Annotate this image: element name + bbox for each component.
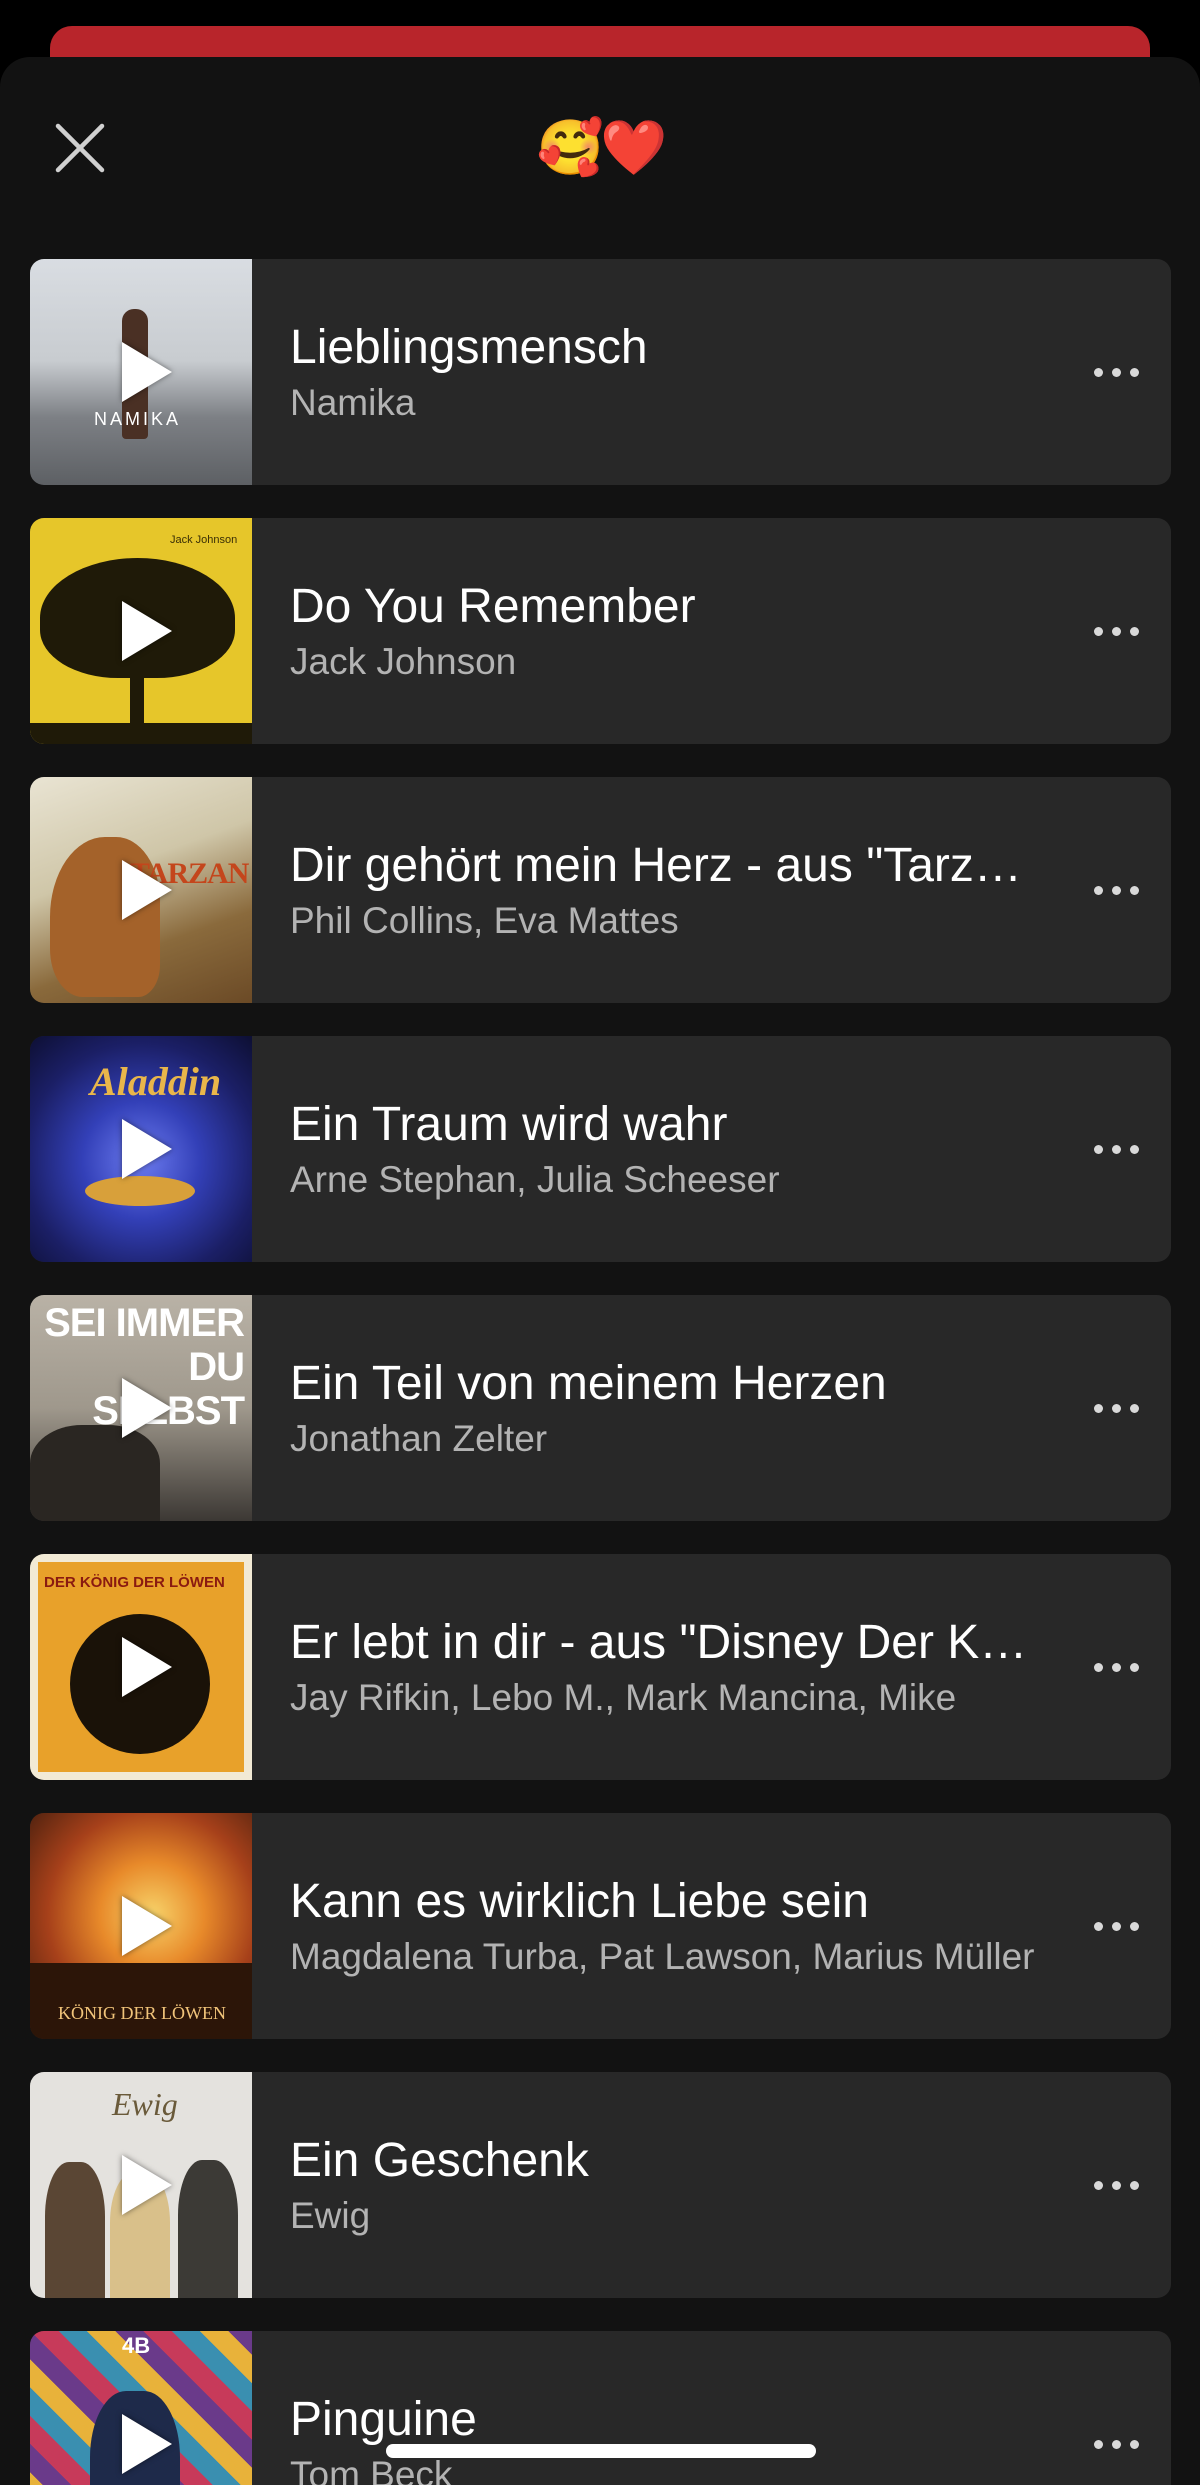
track-row[interactable]: KÖNIG DER LÖWEN Kann es wirklich Liebe s…	[30, 1813, 1171, 2039]
track-title: Er lebt in dir - aus "Disney Der König d…	[290, 1616, 1041, 1669]
track-artist: Magdalena Turba, Pat Lawson, Marius Müll…	[290, 1936, 1035, 1977]
more-options-button[interactable]	[1061, 2331, 1171, 2485]
album-art: Aladdin	[30, 1036, 252, 1262]
album-art-label: DER KÖNIG DER LÖWEN	[44, 1574, 225, 1591]
play-icon[interactable]	[122, 860, 172, 920]
more-options-icon	[1093, 1403, 1103, 1413]
more-options-icon	[1093, 2180, 1103, 2190]
track-artist: Phil Collins, Eva Mattes	[290, 900, 679, 941]
track-title: Ein Geschenk	[290, 2134, 589, 2187]
track-title: Do You Remember	[290, 580, 696, 633]
track-info: Ein Traum wird wahr Arne Stephan, Julia …	[252, 1095, 1061, 1203]
play-icon[interactable]	[122, 1896, 172, 1956]
track-row[interactable]: Ewig Ein Geschenk Ewig	[30, 2072, 1171, 2298]
album-art: Ewig	[30, 2072, 252, 2298]
track-title: Dir gehört mein Herz - aus "Tarzan"	[290, 839, 1041, 892]
more-options-button[interactable]	[1061, 1295, 1171, 1521]
track-row[interactable]: SEI IMMER DU SELBST Ein Teil von meinem …	[30, 1295, 1171, 1521]
track-row[interactable]: Jack Johnson Do You Remember Jack Johnso…	[30, 518, 1171, 744]
play-icon[interactable]	[122, 2155, 172, 2215]
track-row[interactable]: 4B Pinguine Tom Beck	[30, 2331, 1171, 2485]
album-art: TARZAN	[30, 777, 252, 1003]
album-art: SEI IMMER DU SELBST	[30, 1295, 252, 1521]
track-row[interactable]: Aladdin Ein Traum wird wahr Arne Stephan…	[30, 1036, 1171, 1262]
track-info: Lieblingsmensch Namika	[252, 318, 1061, 426]
track-title: Ein Traum wird wahr	[290, 1098, 728, 1151]
play-icon[interactable]	[122, 1637, 172, 1697]
more-options-button[interactable]	[1061, 2072, 1171, 2298]
track-title: Kann es wirklich Liebe sein	[290, 1875, 869, 1928]
track-row[interactable]: NAMIKA Lieblingsmensch Namika	[30, 259, 1171, 485]
more-options-icon	[1093, 1662, 1103, 1672]
home-indicator[interactable]	[386, 2444, 816, 2458]
play-icon[interactable]	[122, 1378, 172, 1438]
more-options-icon	[1093, 2439, 1103, 2449]
track-info: Ein Geschenk Ewig	[252, 2131, 1061, 2239]
track-artist: Jonathan Zelter	[290, 1418, 548, 1459]
more-options-button[interactable]	[1061, 1036, 1171, 1262]
track-row[interactable]: TARZAN Dir gehört mein Herz - aus "Tarza…	[30, 777, 1171, 1003]
album-art-label: Aladdin	[90, 1059, 222, 1104]
play-icon[interactable]	[122, 2414, 172, 2474]
track-info: Ein Teil von meinem Herzen Jonathan Zelt…	[252, 1354, 1061, 1462]
more-options-button[interactable]	[1061, 518, 1171, 744]
play-icon[interactable]	[122, 1119, 172, 1179]
album-art: 4B	[30, 2331, 252, 2485]
album-art-label: Ewig	[112, 2086, 178, 2122]
more-options-button[interactable]	[1061, 1813, 1171, 2039]
track-info: Er lebt in dir - aus "Disney Der König d…	[252, 1613, 1061, 1721]
track-artist: Namika	[290, 382, 416, 423]
more-options-button[interactable]	[1061, 259, 1171, 485]
album-art: KÖNIG DER LÖWEN	[30, 1813, 252, 2039]
more-options-icon	[1093, 1144, 1103, 1154]
track-row[interactable]: DER KÖNIG DER LÖWEN Er lebt in dir - aus…	[30, 1554, 1171, 1780]
track-info: Dir gehört mein Herz - aus "Tarzan" Phil…	[252, 836, 1061, 944]
track-info: Kann es wirklich Liebe sein Magdalena Tu…	[252, 1872, 1061, 1980]
track-artist: Ewig	[290, 2195, 371, 2236]
album-art: NAMIKA	[30, 259, 252, 485]
bottom-sheet: 🥰❤️ NAMIKA Lieblingsmensch Namika Jack J…	[0, 57, 1200, 2485]
track-info: Do You Remember Jack Johnson	[252, 577, 1061, 685]
more-options-icon	[1093, 367, 1103, 377]
album-art-label: NAMIKA	[94, 409, 182, 429]
album-art-label: Jack Johnson	[170, 534, 238, 546]
more-options-icon	[1093, 1921, 1103, 1931]
more-options-icon	[1093, 885, 1103, 895]
track-title: Pinguine	[290, 2393, 477, 2446]
track-title: Lieblingsmensch	[290, 321, 648, 374]
track-info: Pinguine Tom Beck	[252, 2390, 1061, 2485]
more-options-button[interactable]	[1061, 777, 1171, 1003]
track-list: NAMIKA Lieblingsmensch Namika Jack Johns…	[30, 259, 1171, 2485]
track-artist: Arne Stephan, Julia Scheeser	[290, 1159, 780, 1200]
track-title: Ein Teil von meinem Herzen	[290, 1357, 887, 1410]
album-art-label: KÖNIG DER LÖWEN	[58, 2003, 226, 2023]
track-artist: Jack Johnson	[290, 641, 517, 682]
album-art: DER KÖNIG DER LÖWEN	[30, 1554, 252, 1780]
page-title: 🥰❤️	[536, 118, 667, 178]
track-artist: Jay Rifkin, Lebo M., Mark Mancina, Mike	[290, 1677, 957, 1718]
album-art: Jack Johnson	[30, 518, 252, 744]
more-options-button[interactable]	[1061, 1554, 1171, 1780]
play-icon[interactable]	[122, 601, 172, 661]
album-art-label: 4B	[122, 2333, 151, 2358]
more-options-icon	[1093, 626, 1103, 636]
play-icon[interactable]	[122, 342, 172, 402]
